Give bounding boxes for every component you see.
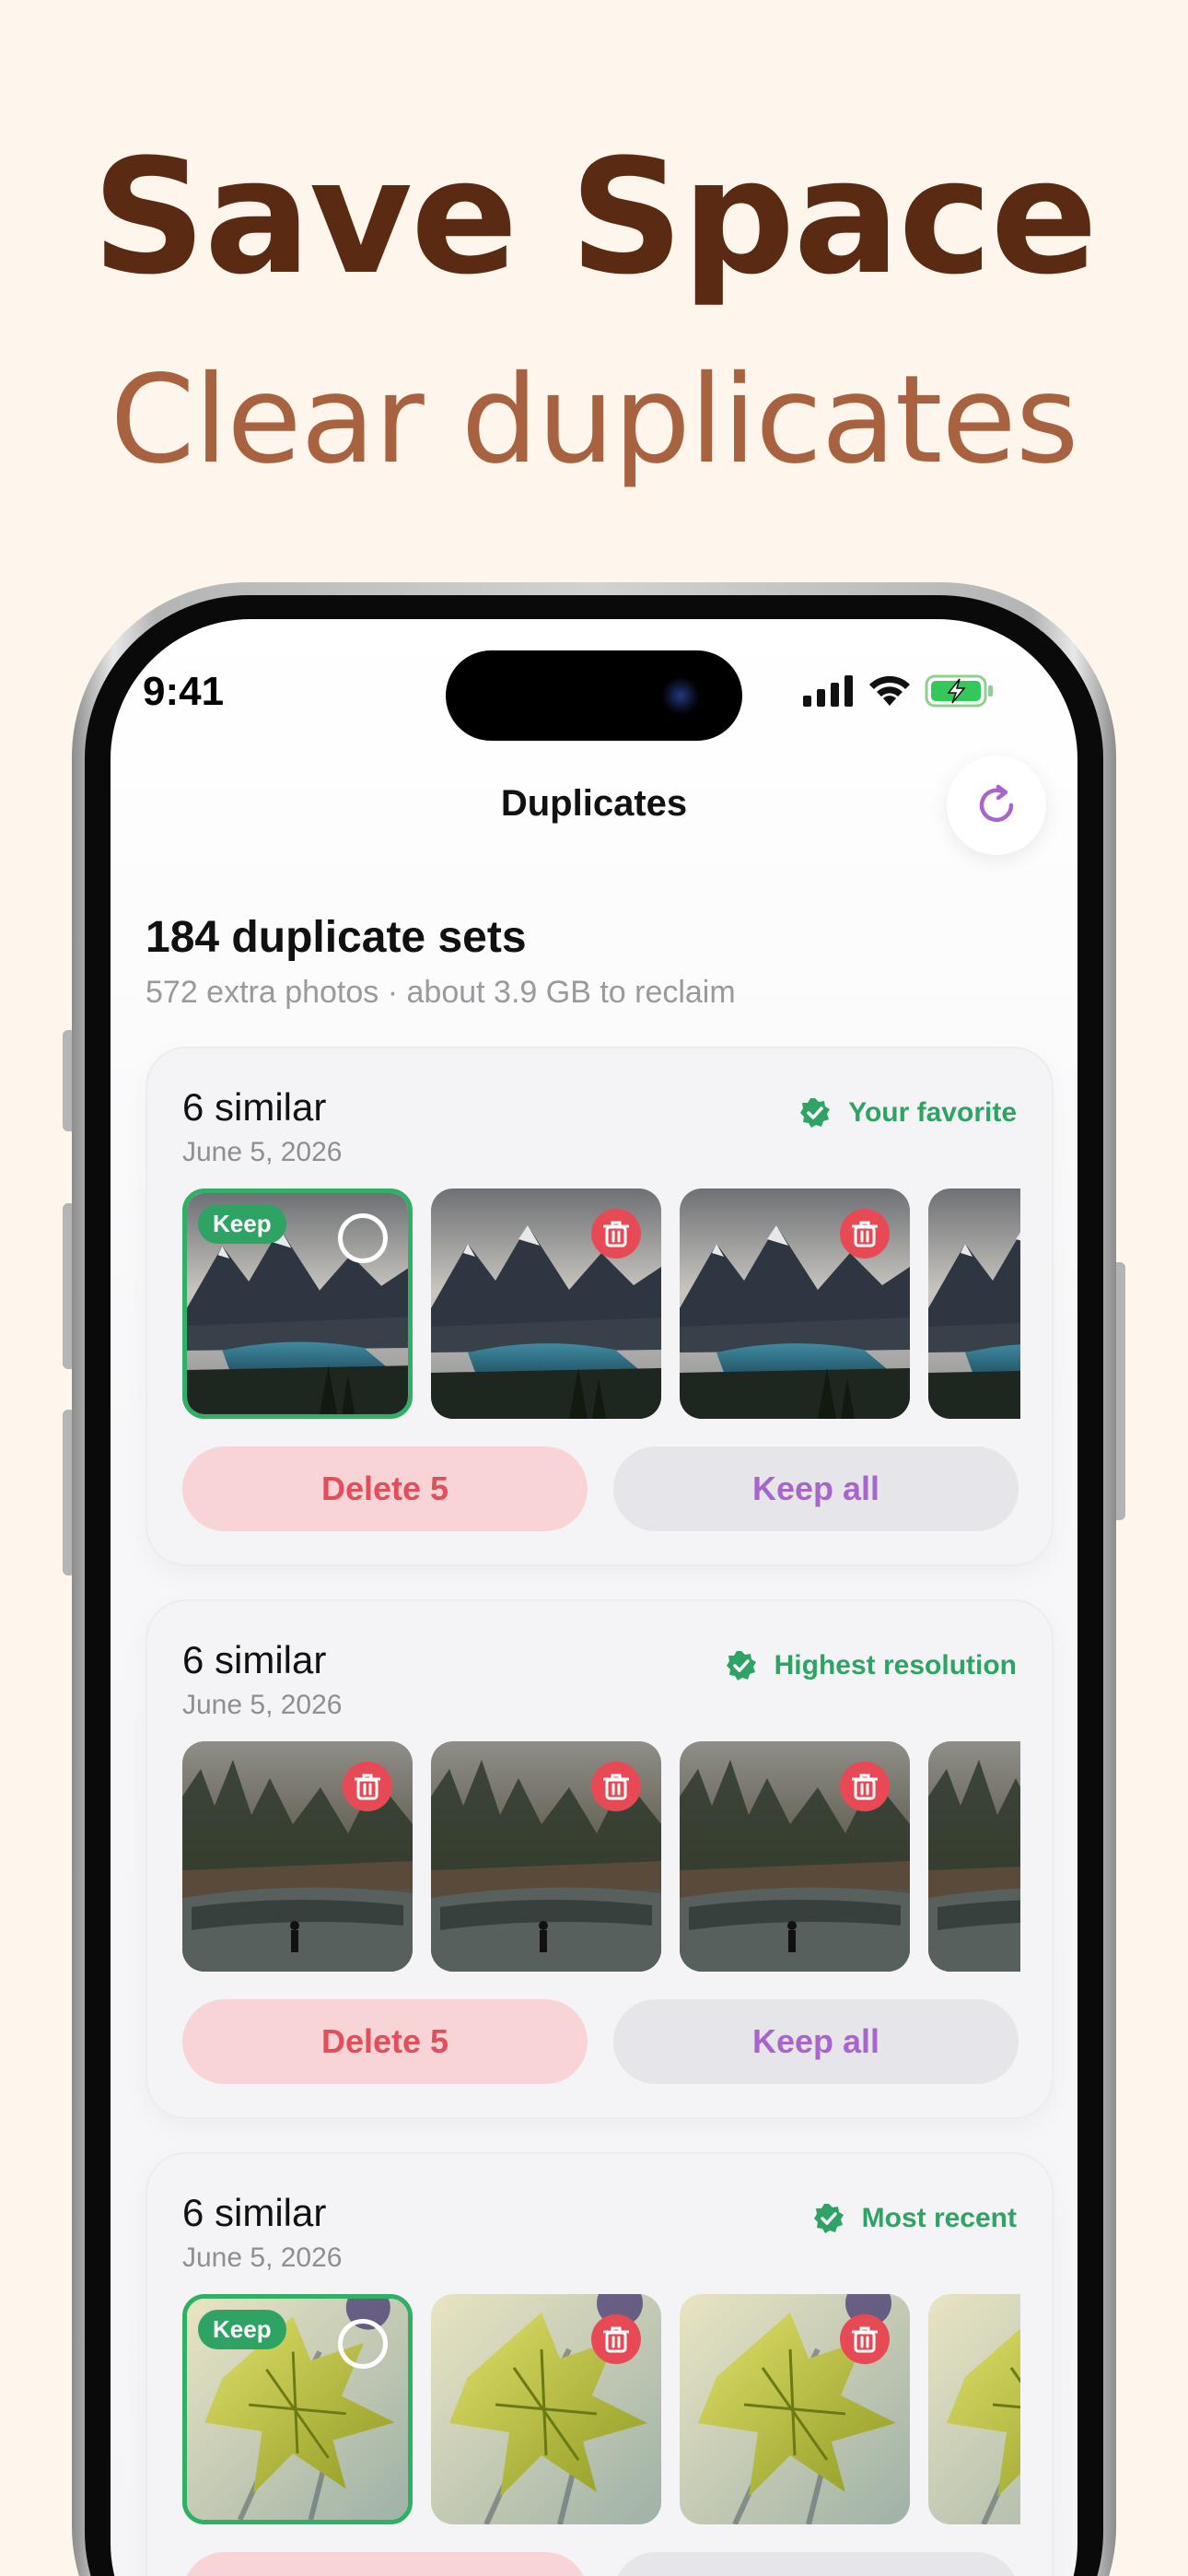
refresh-button[interactable]	[947, 755, 1046, 855]
group-title: 6 similar	[182, 2191, 327, 2234]
keep-reason-badge: Most recent	[812, 2202, 1017, 2235]
mark-delete-button[interactable]	[591, 2314, 641, 2364]
keep-reason-badge: Highest resolution	[725, 1649, 1017, 1682]
wifi-icon	[869, 675, 910, 706]
select-circle-icon[interactable]	[338, 2319, 388, 2369]
mark-delete-button[interactable]	[343, 1762, 392, 1811]
keep-reason-badge: Your favorite	[798, 1096, 1017, 1130]
trash-icon	[852, 1774, 878, 1800]
photo-thumbnail[interactable]	[928, 2294, 1020, 2524]
photo-image	[928, 2294, 1020, 2524]
mark-delete-button[interactable]	[591, 1762, 641, 1811]
status-time: 9:41	[143, 669, 225, 714]
delete-button[interactable]: Delete 5	[182, 1446, 588, 1531]
group-date: June 5, 2026	[182, 1137, 343, 1167]
trash-icon	[603, 2326, 629, 2353]
keep-badge: Keep	[198, 1204, 286, 1244]
mark-delete-button[interactable]	[591, 1209, 641, 1259]
thumbnail-strip[interactable]: Keep	[182, 1188, 1020, 1419]
mark-delete-button[interactable]	[840, 1209, 890, 1259]
trash-icon	[355, 1774, 380, 1800]
group-date: June 5, 2026	[182, 1690, 343, 1720]
select-circle-icon[interactable]	[338, 1213, 388, 1263]
photo-thumbnail[interactable]	[680, 1188, 910, 1419]
thumbnail-strip[interactable]	[182, 1741, 1020, 1972]
summary-title: 184 duplicate sets	[146, 913, 527, 962]
duplicate-group-card: 6 similar June 5, 2026 Most recent Keep	[146, 2152, 1054, 2576]
photo-thumbnail[interactable]	[431, 1741, 661, 1972]
promo-subtitle: Clear duplicates	[110, 349, 1079, 491]
signal-icon	[803, 675, 853, 707]
mark-delete-button[interactable]	[840, 1762, 890, 1811]
keep-all-button[interactable]: Keep all	[613, 1999, 1019, 2084]
verified-check-icon	[813, 2204, 844, 2233]
keep-all-button[interactable]: Keep all	[613, 1446, 1019, 1531]
photo-thumbnail[interactable]	[182, 1741, 413, 1972]
photo-image	[928, 1188, 1020, 1419]
summary-subtitle: 572 extra photos · about 3.9 GB to recla…	[146, 975, 736, 1010]
keep-badge: Keep	[198, 2310, 286, 2349]
keep-reason-label: Highest resolution	[774, 1650, 1017, 1680]
keep-all-button[interactable]: Keep all	[613, 2552, 1019, 2576]
group-title: 6 similar	[182, 1085, 327, 1129]
battery-charging-icon	[925, 674, 993, 708]
camera-icon	[661, 676, 700, 715]
verified-check-icon	[726, 1651, 756, 1680]
photo-thumbnail[interactable]	[431, 2294, 661, 2524]
photo-thumbnail[interactable]: Keep	[182, 1188, 413, 1419]
keep-reason-label: Your favorite	[848, 1097, 1017, 1128]
photo-thumbnail[interactable]	[928, 1188, 1020, 1419]
photo-thumbnail[interactable]: Keep	[182, 2294, 413, 2524]
photo-thumbnail[interactable]	[431, 1188, 661, 1419]
photo-image	[928, 1741, 1020, 1972]
nav-title: Duplicates	[500, 783, 688, 824]
duplicate-group-card: 6 similar June 5, 2026 Your favorite Kee…	[146, 1047, 1054, 1566]
trash-icon	[603, 1774, 629, 1800]
photo-thumbnail[interactable]	[680, 2294, 910, 2524]
photo-thumbnail[interactable]	[928, 1741, 1020, 1972]
duplicate-group-card: 6 similar June 5, 2026 Highest resolutio…	[146, 1599, 1054, 2119]
status-icons	[803, 671, 995, 711]
trash-icon	[603, 1221, 629, 1247]
keep-reason-label: Most recent	[861, 2203, 1017, 2233]
thumbnail-strip[interactable]: Keep	[182, 2294, 1020, 2524]
trash-icon	[852, 1221, 878, 1247]
promo-title: Save Space	[91, 124, 1098, 310]
delete-button[interactable]: Delete 5	[182, 1999, 588, 2084]
trash-icon	[852, 2326, 878, 2353]
verified-check-icon	[800, 1098, 831, 1128]
group-date: June 5, 2026	[182, 2242, 343, 2273]
photo-thumbnail[interactable]	[680, 1741, 910, 1972]
mark-delete-button[interactable]	[840, 2314, 890, 2364]
delete-button[interactable]: Delete 5	[182, 2552, 588, 2576]
refresh-icon	[979, 784, 1014, 823]
group-title: 6 similar	[182, 1638, 327, 1681]
